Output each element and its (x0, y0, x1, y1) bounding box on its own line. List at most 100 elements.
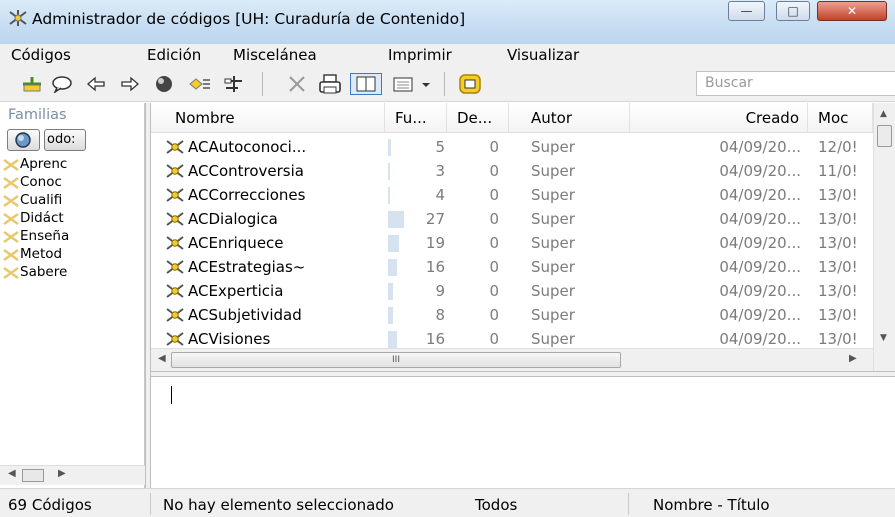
code-modified: 13/0! (818, 234, 858, 252)
menu-visualizar[interactable]: Visualizar (507, 46, 579, 64)
family-item[interactable]: Aprenc (20, 156, 140, 172)
table-row[interactable]: ACDialogica 27 0 Super 04/09/20... 13/0! (151, 208, 873, 232)
all-families-button[interactable]: odo: (44, 129, 86, 151)
table-row[interactable]: ACControversia 3 0 Super 04/09/20... 11/0! (151, 160, 873, 184)
arrow-left-icon[interactable] (84, 73, 108, 95)
table-row[interactable]: ACEstrategias~ 16 0 Super 04/09/20... 13/0! (151, 256, 873, 280)
minimize-button[interactable]: — (728, 1, 765, 21)
scroll-thumb[interactable] (22, 469, 44, 482)
comment-icon[interactable] (50, 73, 74, 95)
scroll-right-icon[interactable]: ▶ (58, 468, 66, 479)
column-header-fu[interactable]: Fu... (385, 103, 447, 133)
family-item[interactable]: Conoc (20, 174, 140, 190)
search-input[interactable]: Buscar (696, 71, 895, 96)
code-name: ACAutoconoci... (188, 138, 307, 156)
column-header-de[interactable]: De... (447, 103, 509, 133)
code-grounded: 9 (435, 282, 445, 300)
menu-imprimir[interactable]: Imprimir (388, 46, 452, 64)
list-vscrollbar[interactable]: ▲ ▼ (873, 103, 895, 371)
print-icon[interactable] (318, 73, 342, 95)
family-icon (3, 158, 19, 176)
code-density: 0 (489, 234, 499, 252)
filter-icon[interactable] (458, 73, 482, 95)
frequency-bar (388, 259, 397, 276)
scroll-up-icon[interactable]: ▲ (880, 109, 887, 119)
code-author: Super (531, 234, 575, 252)
arrow-right-icon[interactable] (118, 73, 142, 95)
code-author: Super (531, 282, 575, 300)
column-header-modificado[interactable]: Moc (808, 103, 873, 133)
window-title: Administrador de códigos [UH: Curaduría … (32, 10, 466, 28)
view-options-icon[interactable] (390, 73, 434, 95)
scroll-thumb[interactable]: III (171, 352, 621, 368)
menu-codigos[interactable]: Códigos (11, 46, 71, 64)
table-row[interactable]: ACEnriquece 19 0 Super 04/09/20... 13/0! (151, 232, 873, 256)
minimize-icon: — (740, 4, 753, 18)
code-manager-icon (8, 9, 28, 31)
comment-editor[interactable] (151, 377, 895, 488)
code-created: 04/09/20... (719, 258, 801, 276)
delete-icon[interactable] (285, 73, 309, 95)
family-item[interactable]: Didáct (20, 210, 140, 226)
code-author: Super (531, 210, 575, 228)
column-header-creado[interactable]: Creado (630, 103, 808, 133)
menu-miscelanea[interactable]: Miscelánea (233, 46, 317, 64)
code-icon (165, 282, 185, 304)
code-density: 0 (489, 282, 499, 300)
code-modified: 13/0! (818, 186, 858, 204)
code-grounded: 8 (435, 306, 445, 324)
list-hscrollbar[interactable]: ◀ III ▶ (151, 348, 873, 371)
split-view-icon[interactable] (350, 73, 382, 95)
family-filter-toggle[interactable] (7, 129, 40, 151)
family-item[interactable]: Metod (20, 246, 140, 262)
close-button[interactable]: ✕ (817, 1, 887, 21)
code-created: 04/09/20... (719, 282, 801, 300)
code-density: 0 (489, 210, 499, 228)
column-header-autor[interactable]: Autor (509, 103, 630, 133)
network-icon[interactable] (222, 73, 246, 95)
families-hscrollbar[interactable]: ◀ ▶ (0, 465, 145, 485)
table-row[interactable]: ACAutoconoci... 5 0 Super 04/09/20... 12/0! (151, 136, 873, 160)
maximize-button[interactable]: □ (776, 1, 810, 21)
table-row[interactable]: ACCorrecciones 4 0 Super 04/09/20... 13/0! (151, 184, 873, 208)
code-modified: 13/0! (818, 330, 858, 348)
scroll-down-icon[interactable]: ▼ (880, 333, 887, 343)
code-author: Super (531, 330, 575, 348)
scroll-right-icon[interactable]: ▶ (849, 353, 857, 364)
code-density: 0 (489, 330, 499, 348)
table-row[interactable]: ACSubjetividad 8 0 Super 04/09/20... 13/0! (151, 304, 873, 328)
code-grounded: 16 (425, 258, 445, 276)
status-selection: No hay elemento seleccionado (163, 496, 394, 514)
code-modified: 13/0! (818, 306, 858, 324)
code-modified: 12/0! (818, 138, 858, 156)
menu-edicion[interactable]: Edición (147, 46, 201, 64)
toolbar-separator (262, 72, 263, 96)
family-item[interactable]: Cualifi (20, 192, 140, 208)
status-filter: Todos (475, 496, 518, 514)
code-created: 04/09/20... (719, 210, 801, 228)
code-author: Super (531, 138, 575, 156)
new-code-icon[interactable] (20, 73, 44, 95)
scroll-left-icon[interactable]: ◀ (158, 353, 166, 364)
code-density: 0 (489, 186, 499, 204)
family-item[interactable]: Sabere (20, 264, 140, 280)
code-author: Super (531, 306, 575, 324)
code-density: 0 (489, 138, 499, 156)
frequency-bar (388, 283, 393, 300)
code-density: 0 (489, 306, 499, 324)
code-density: 0 (489, 258, 499, 276)
code-grounded: 4 (435, 186, 445, 204)
scroll-left-icon[interactable]: ◀ (8, 468, 16, 479)
code-name: ACControversia (188, 162, 304, 180)
maximize-icon: □ (787, 4, 799, 18)
column-header-nombre[interactable]: Nombre (151, 103, 385, 133)
color-icon[interactable] (152, 73, 176, 95)
code-icon (165, 186, 185, 208)
table-row[interactable]: ACExperticia 9 0 Super 04/09/20... 13/0! (151, 280, 873, 304)
scroll-thumb[interactable] (877, 125, 892, 147)
family-item[interactable]: Enseña (20, 228, 140, 244)
frequency-bar (388, 163, 390, 180)
code-name: ACExperticia (188, 282, 284, 300)
family-icon (3, 176, 19, 194)
link-codes-icon[interactable] (188, 73, 212, 95)
